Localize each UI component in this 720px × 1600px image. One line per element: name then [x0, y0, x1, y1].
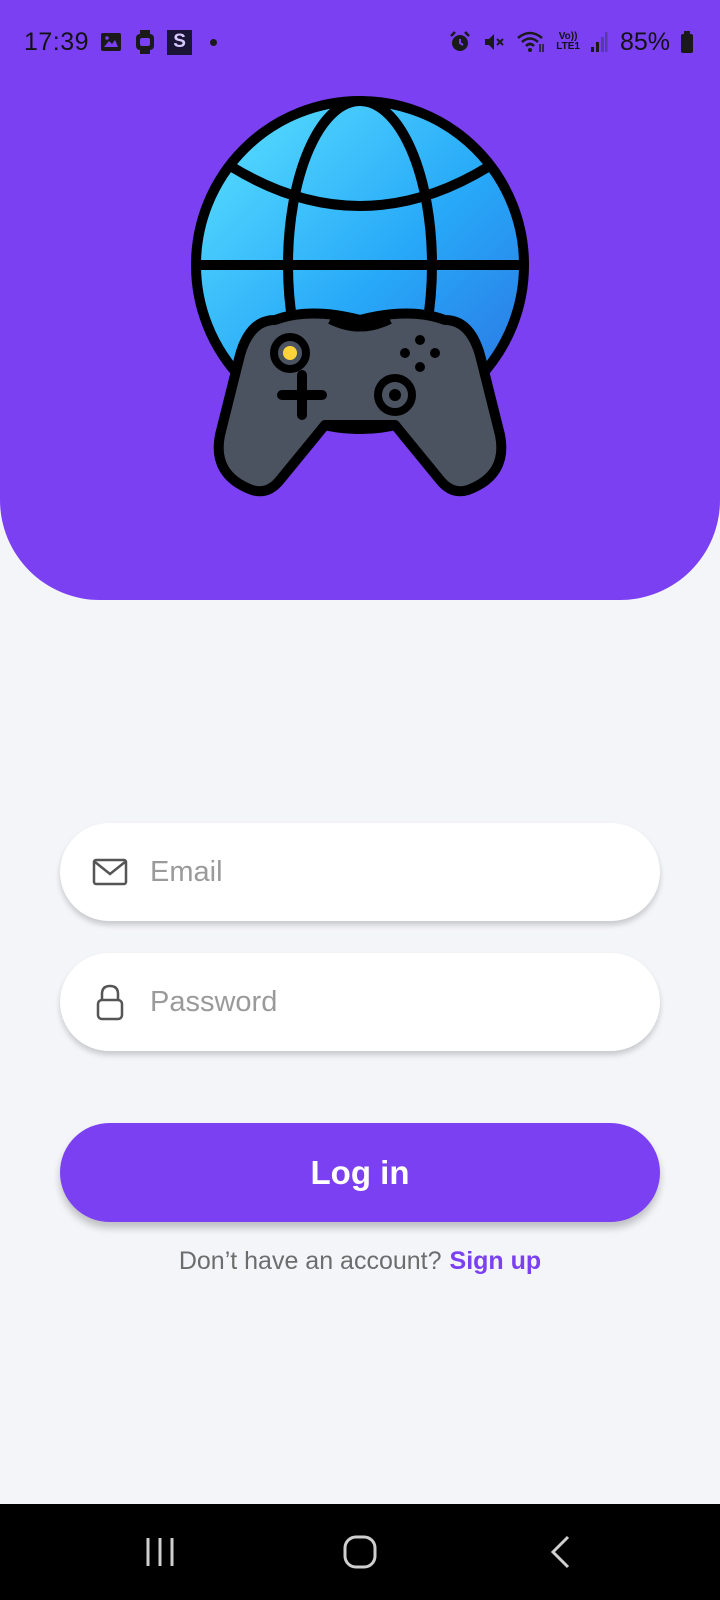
signup-link[interactable]: Sign up — [450, 1247, 542, 1275]
notification-dot — [210, 38, 218, 46]
status-bar: 17:39 S Vo)) LTE1 85% — [0, 0, 720, 84]
battery-icon — [680, 30, 694, 54]
status-left: 17:39 S — [24, 27, 218, 57]
alarm-icon — [448, 30, 472, 54]
signup-prompt: Don’t have an account? — [178, 1247, 442, 1275]
back-button[interactable] — [520, 1512, 600, 1592]
navigation-bar — [0, 1504, 720, 1600]
login-button[interactable]: Log in — [60, 1123, 660, 1222]
status-time: 17:39 — [24, 27, 90, 56]
password-input[interactable] — [150, 985, 630, 1019]
mute-icon — [482, 30, 506, 54]
lock-icon — [92, 984, 128, 1021]
home-button[interactable] — [320, 1512, 400, 1592]
globe-gamepad-logo — [191, 96, 529, 497]
signup-row: Don’t have an account? Sign up — [0, 1247, 720, 1276]
recent-apps-button[interactable] — [120, 1512, 200, 1592]
email-field[interactable] — [60, 823, 660, 921]
signal-icon — [590, 31, 608, 53]
password-field[interactable] — [60, 953, 660, 1051]
volte-icon: Vo)) LTE1 — [556, 31, 580, 52]
wifi-icon — [516, 30, 546, 54]
battery-percent: 85% — [619, 27, 670, 56]
gallery-icon — [99, 30, 123, 54]
header: 17:39 S Vo)) LTE1 85% — [0, 0, 720, 600]
email-input[interactable] — [150, 855, 630, 889]
mail-icon — [92, 854, 128, 890]
status-right: Vo)) LTE1 85% — [448, 28, 694, 57]
s-app-icon: S — [167, 29, 193, 55]
watch-icon — [133, 29, 157, 55]
